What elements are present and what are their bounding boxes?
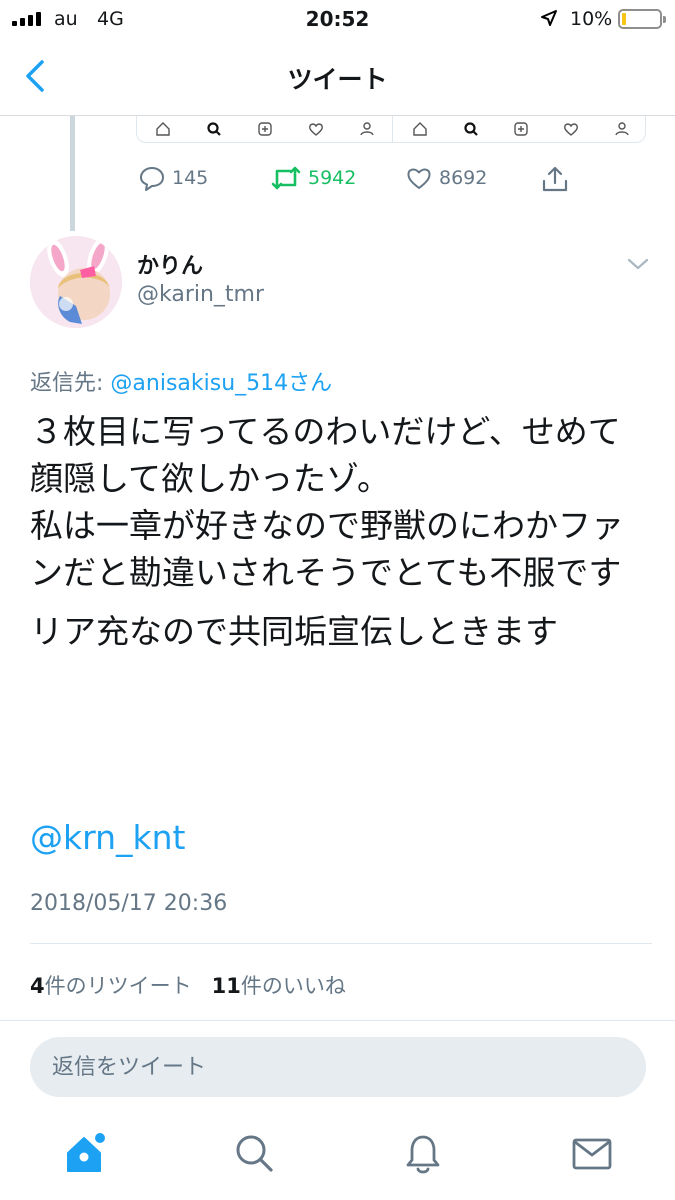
nav-bar: ツイート: [0, 40, 675, 116]
page-title: ツイート: [287, 65, 388, 94]
retweet-icon: [271, 166, 301, 190]
avatar-image: [30, 236, 122, 328]
person-icon: [359, 122, 374, 136]
mention-link[interactable]: @krn_knt: [30, 818, 185, 857]
reply-count: 145: [172, 167, 209, 189]
retweet-label: 件のリツイート: [44, 974, 192, 998]
avatar[interactable]: [30, 236, 122, 328]
search-icon: [206, 122, 221, 136]
likes-link[interactable]: 11件のいいね: [212, 974, 346, 998]
tab-bar: [0, 1108, 675, 1200]
tweet-paragraph-2: リア充なので共同垢宣伝しときます: [30, 612, 558, 651]
embedded-image-strip[interactable]: [136, 116, 646, 143]
reply-to-line: 返信先: @anisakisu_514さん: [30, 365, 332, 397]
add-icon: [257, 122, 272, 136]
like-label: 件のいいね: [240, 974, 346, 998]
heart-icon: [564, 123, 579, 136]
reply-bubble-icon: [140, 167, 164, 191]
home-icon: [155, 122, 170, 136]
user-handle[interactable]: @karin_tmr: [137, 282, 264, 307]
tweet-text: ３枚目に写ってるのわいだけど、せめて顔隠して欲しかったゾ。 私は一章が好きなので…: [30, 408, 650, 667]
reply-to-prefix: 返信先:: [30, 371, 104, 396]
status-bar: au 4G 20:52 10%: [0, 0, 675, 40]
retweets-link[interactable]: 4件のリツイート: [30, 974, 192, 998]
retweet-count: 5942: [308, 167, 357, 189]
envelope-icon[interactable]: [571, 1132, 615, 1176]
retweet-action[interactable]: 5942: [270, 164, 356, 192]
home-icon: [413, 122, 427, 136]
person-icon: [615, 122, 629, 136]
add-icon: [514, 122, 528, 136]
display-name[interactable]: かりん: [137, 248, 203, 280]
battery-percent: 10%: [570, 8, 613, 30]
like-total: 11: [211, 974, 241, 998]
reply-composer[interactable]: [30, 1037, 646, 1097]
share-icon: [542, 166, 568, 192]
reply-input[interactable]: [30, 1037, 646, 1097]
reply-to-mention-link[interactable]: @anisakisu_514さん: [110, 371, 332, 396]
divider: [0, 1020, 675, 1021]
divider: [30, 943, 652, 944]
battery-low-icon: [618, 9, 666, 29]
heart-icon: [407, 168, 431, 189]
home-icon[interactable]: [64, 1132, 108, 1176]
like-action[interactable]: 8692: [405, 164, 487, 192]
tweet-paragraph-1: ３枚目に写ってるのわいだけど、せめて顔隠して欲しかったゾ。 私は一章が好きなので…: [30, 412, 624, 592]
reply-action[interactable]: 145: [138, 164, 208, 192]
bell-icon[interactable]: [404, 1132, 448, 1176]
heart-icon: [308, 123, 323, 136]
like-count: 8692: [439, 167, 488, 189]
tweet-timestamp: 2018/05/17 20:36: [30, 891, 228, 916]
chevron-down-icon[interactable]: [626, 256, 650, 272]
search-icon[interactable]: [233, 1132, 277, 1176]
previous-tweet-actions: 145 5942 8692: [0, 164, 675, 198]
location-arrow-icon: [541, 10, 557, 26]
retweet-total: 4: [30, 974, 45, 998]
search-icon: [463, 122, 478, 136]
share-action[interactable]: [540, 164, 570, 194]
engagement-stats: 4件のリツイート 11件のいいね: [30, 970, 346, 1000]
